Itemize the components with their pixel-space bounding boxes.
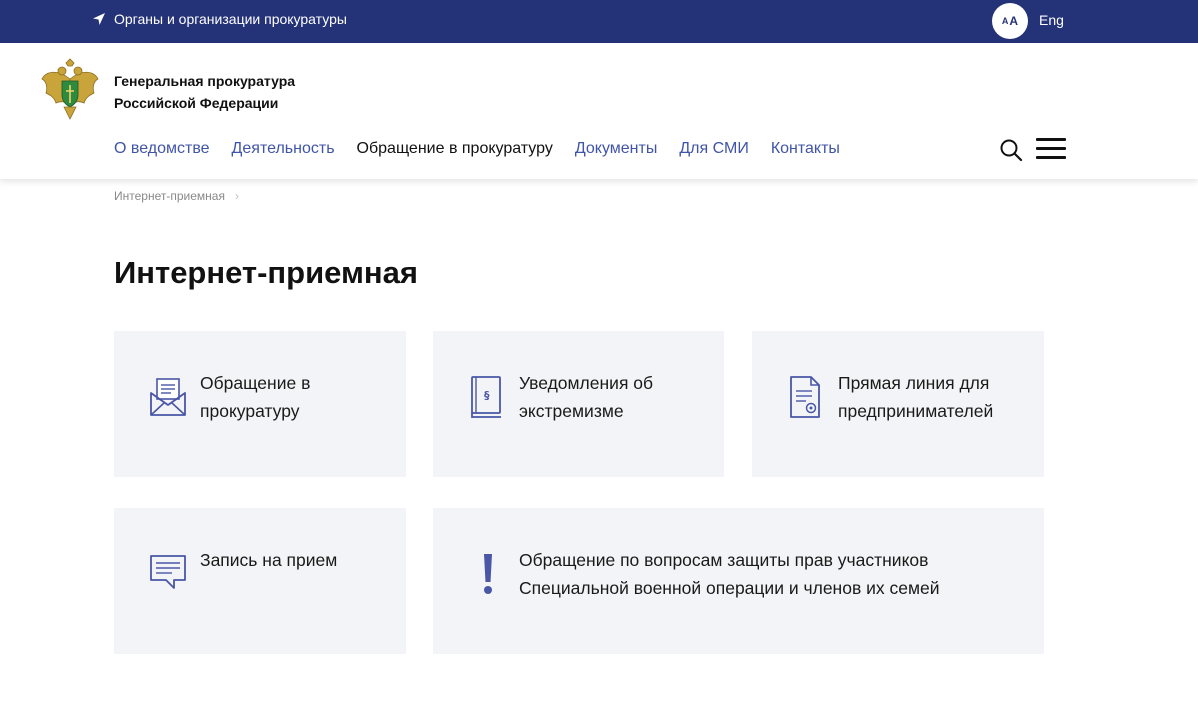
envelope-letter-icon bbox=[150, 378, 186, 416]
card-entrepreneurs-label: Прямая линия для предпринимателей bbox=[838, 373, 994, 421]
font-size-small-label: A bbox=[1001, 16, 1009, 26]
nav-item-documents[interactable]: Документы bbox=[575, 140, 657, 158]
nav-item-appeal[interactable]: Обращение в прокуратуру bbox=[357, 140, 553, 158]
search-icon[interactable] bbox=[999, 138, 1023, 162]
page-title: Интернет-приемная bbox=[114, 255, 418, 290]
card-appeal[interactable]: Обращение в прокуратуру bbox=[114, 331, 406, 477]
main-nav: О ведомстве Деятельность Обращение в про… bbox=[114, 140, 840, 158]
location-arrow-icon bbox=[93, 13, 105, 25]
coat-of-arms-logo[interactable] bbox=[40, 57, 100, 121]
site-header: Генеральная прокуратура Российской Федер… bbox=[0, 43, 1198, 179]
chat-bubble-icon bbox=[150, 555, 186, 589]
org-name-line-1: Генеральная прокуратура bbox=[114, 73, 296, 89]
svg-text:§: § bbox=[484, 389, 490, 402]
menu-line bbox=[1036, 156, 1066, 159]
menu-line bbox=[1036, 147, 1066, 150]
nav-item-media[interactable]: Для СМИ bbox=[679, 140, 748, 158]
card-appeal-label: Обращение в прокуратуру bbox=[200, 373, 311, 421]
nav-item-about[interactable]: О ведомстве bbox=[114, 140, 210, 158]
card-entrepreneurs[interactable]: Прямая линия для предпринимателей bbox=[752, 331, 1044, 477]
nav-item-activity[interactable]: Деятельность bbox=[232, 140, 335, 158]
exclamation-icon bbox=[484, 554, 492, 594]
menu-line bbox=[1036, 138, 1066, 141]
breadcrumb: Интернет-приемная › bbox=[114, 189, 239, 203]
chevron-right-icon: › bbox=[234, 189, 239, 203]
organization-name[interactable]: Генеральная прокуратура Российской Федер… bbox=[114, 70, 354, 114]
organs-link[interactable]: Органы и организации прокуратуры bbox=[92, 11, 347, 27]
top-bar: Органы и организации прокуратуры AA Eng bbox=[0, 0, 1198, 43]
breadcrumb-current[interactable]: Интернет-приемная bbox=[114, 189, 225, 203]
card-svo-rights-label: Обращение по вопросам защиты прав участн… bbox=[519, 550, 940, 598]
organs-link-label: Органы и организации прокуратуры bbox=[114, 11, 347, 27]
law-book-icon: § bbox=[471, 376, 501, 418]
card-extremism[interactable]: § Уведомления об экстремизме bbox=[433, 331, 724, 477]
font-size-button[interactable]: AA bbox=[992, 3, 1028, 39]
document-seal-icon bbox=[790, 376, 820, 418]
card-extremism-label: Уведомления об экстремизме bbox=[519, 373, 654, 421]
card-appointment[interactable]: Запись на прием bbox=[114, 508, 406, 654]
language-switch-link[interactable]: Eng bbox=[1039, 12, 1064, 28]
nav-item-contacts[interactable]: Контакты bbox=[771, 140, 840, 158]
hamburger-menu-icon[interactable] bbox=[1036, 138, 1066, 162]
card-appointment-label: Запись на прием bbox=[200, 550, 338, 570]
card-svo-rights[interactable]: Обращение по вопросам защиты прав участн… bbox=[433, 508, 1044, 654]
font-size-large-label: A bbox=[1009, 14, 1019, 28]
org-name-line-2: Российской Федерации bbox=[114, 95, 279, 111]
